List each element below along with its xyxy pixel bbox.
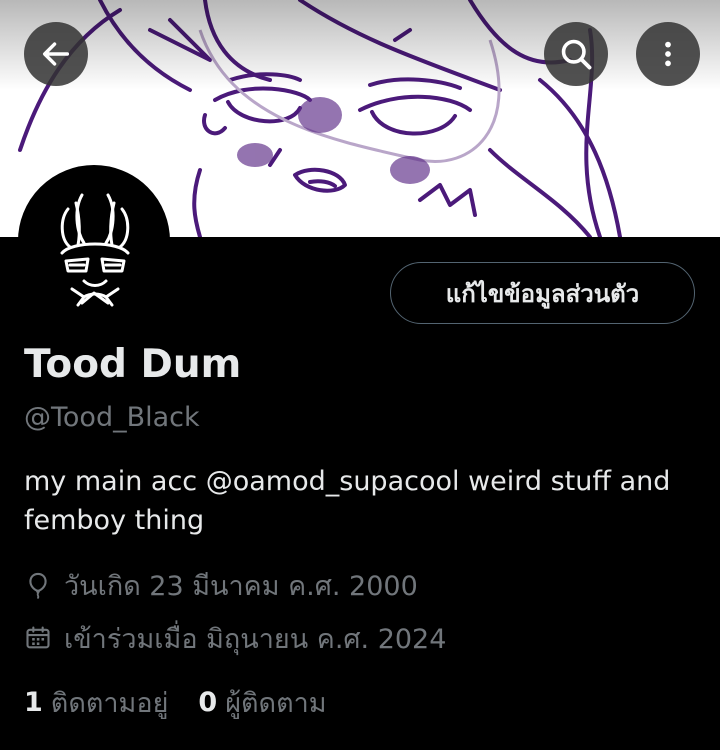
search-button[interactable] xyxy=(544,22,608,86)
more-button[interactable] xyxy=(636,22,700,86)
birthday-row: วันเกิด 23 มีนาคม ค.ศ. 2000 xyxy=(24,565,418,605)
search-icon xyxy=(561,39,592,70)
calendar-icon xyxy=(24,624,52,652)
following-count: 1 xyxy=(24,686,43,718)
display-name: Tood Dum xyxy=(24,342,242,387)
back-button[interactable] xyxy=(24,22,88,86)
follow-stats: 1 ติดตามอยู่ 0 ผู้ติดตาม xyxy=(24,682,327,722)
arrow-left-icon xyxy=(42,42,70,66)
avatar[interactable] xyxy=(18,165,170,317)
followers-link[interactable]: 0 ผู้ติดตาม xyxy=(198,681,326,724)
birthday-text: วันเกิด 23 มีนาคม ค.ศ. 2000 xyxy=(64,570,418,602)
user-handle: @Tood_Black xyxy=(24,402,200,433)
edit-profile-label: แก้ไขข้อมูลส่วนตัว xyxy=(445,279,640,308)
following-link[interactable]: 1 ติดตามอยู่ xyxy=(24,681,168,724)
edit-profile-button[interactable]: แก้ไขข้อมูลส่วนตัว xyxy=(390,262,695,324)
profile-bio: my main acc @oamod_supacool weird stuff … xyxy=(24,466,671,536)
joined-text: เข้าร่วมเมื่อ มิถุนายน ค.ศ. 2024 xyxy=(64,623,447,655)
more-vertical-icon xyxy=(665,41,671,67)
followers-count: 0 xyxy=(198,686,218,718)
followers-label: ผู้ติดตาม xyxy=(225,687,327,719)
avatar-drawing xyxy=(60,193,130,307)
balloon-icon xyxy=(24,571,52,599)
joined-row: เข้าร่วมเมื่อ มิถุนายน ค.ศ. 2024 xyxy=(24,618,446,658)
following-label: ติดตามอยู่ xyxy=(50,687,169,719)
